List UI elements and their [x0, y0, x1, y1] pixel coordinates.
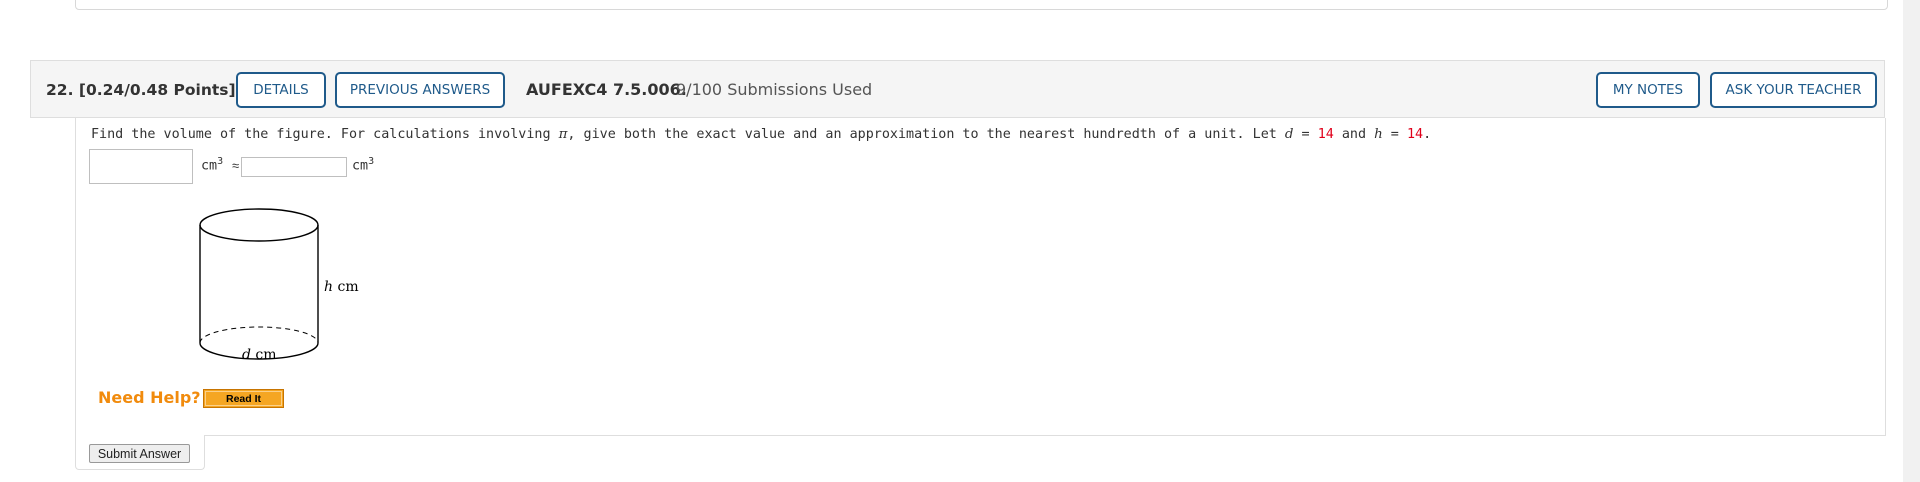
approx-symbol: ≈: [232, 158, 240, 173]
question-code: AUFEXC4 7.5.006.: [526, 80, 687, 99]
cylinder-bottom-back-dashed: [199, 326, 319, 344]
details-button[interactable]: DETAILS: [236, 72, 326, 108]
submissions-used: 9/100 Submissions Used: [676, 80, 873, 99]
var-h: h: [1374, 127, 1383, 142]
my-notes-button[interactable]: MY NOTES: [1596, 72, 1700, 108]
question-text: Find the volume of the figure. For calcu…: [91, 127, 1432, 142]
var-d: d: [1284, 127, 1294, 142]
diameter-label: d cm: [242, 347, 277, 363]
previous-question-box: [75, 0, 1888, 10]
ask-your-teacher-button[interactable]: ASK YOUR TEACHER: [1710, 72, 1877, 108]
approx-volume-input[interactable]: [241, 157, 347, 177]
approx-unit-label: cm3: [352, 156, 375, 174]
cylinder-figure: h cm d cm: [199, 208, 359, 363]
question-number: 22.: [46, 81, 74, 99]
d-value: 14: [1317, 127, 1334, 142]
need-help-label: Need Help?: [98, 388, 201, 407]
read-it-button[interactable]: Read It: [203, 389, 284, 408]
page-scrollbar[interactable]: [1903, 0, 1920, 482]
previous-answers-button[interactable]: PREVIOUS ANSWERS: [335, 72, 505, 108]
question-points: [0.24/0.48 Points]: [78, 81, 236, 99]
cylinder-top-ellipse: [199, 208, 319, 242]
submit-answer-button[interactable]: Submit Answer: [89, 444, 190, 463]
exact-volume-input[interactable]: [89, 149, 193, 184]
exact-unit-label: cm3: [201, 156, 224, 174]
question-header: 22. [0.24/0.48 Points] DETAILS PREVIOUS …: [30, 60, 1885, 118]
height-label: h cm: [324, 279, 359, 295]
question-number-points: 22. [0.24/0.48 Points]: [46, 61, 236, 119]
h-value: 14: [1406, 127, 1424, 142]
